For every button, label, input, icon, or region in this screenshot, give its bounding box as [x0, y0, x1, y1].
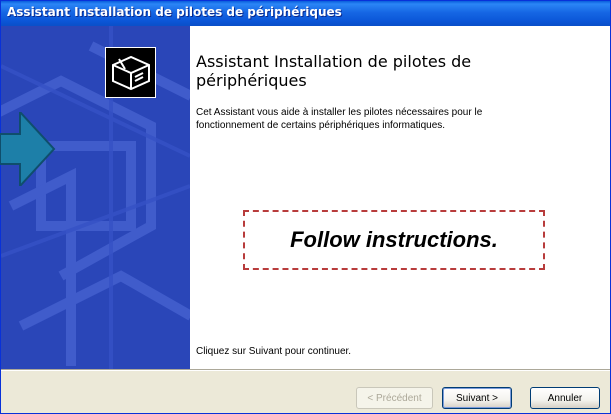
wizard-content: Assistant Installation de pilotes de pér… [1, 26, 610, 369]
arrow-right-icon [0, 112, 56, 186]
title-bar[interactable]: Assistant Installation de pilotes de pér… [1, 1, 610, 26]
wizard-heading: Assistant Installation de pilotes de pér… [196, 52, 472, 90]
next-button[interactable]: Suivant > [442, 387, 512, 409]
wizard-description: Cet Assistant vous aide à installer les … [196, 107, 483, 131]
instruction-callout: Follow instructions. [243, 210, 545, 270]
hardware-installer-icon [104, 46, 157, 99]
continue-hint: Cliquez sur Suivant pour continuer. [196, 346, 352, 357]
button-separator [1, 369, 610, 371]
back-button[interactable]: < Précédent [356, 387, 433, 409]
wizard-main-panel: Assistant Installation de pilotes de pér… [104, 26, 610, 369]
instruction-text: Follow instructions. [290, 227, 498, 252]
cancel-button[interactable]: Annuler [530, 387, 600, 409]
window-title: Assistant Installation de pilotes de pér… [7, 5, 342, 19]
wizard-side-graphic [1, 26, 190, 369]
wizard-window: Assistant Installation de pilotes de pér… [0, 0, 611, 414]
